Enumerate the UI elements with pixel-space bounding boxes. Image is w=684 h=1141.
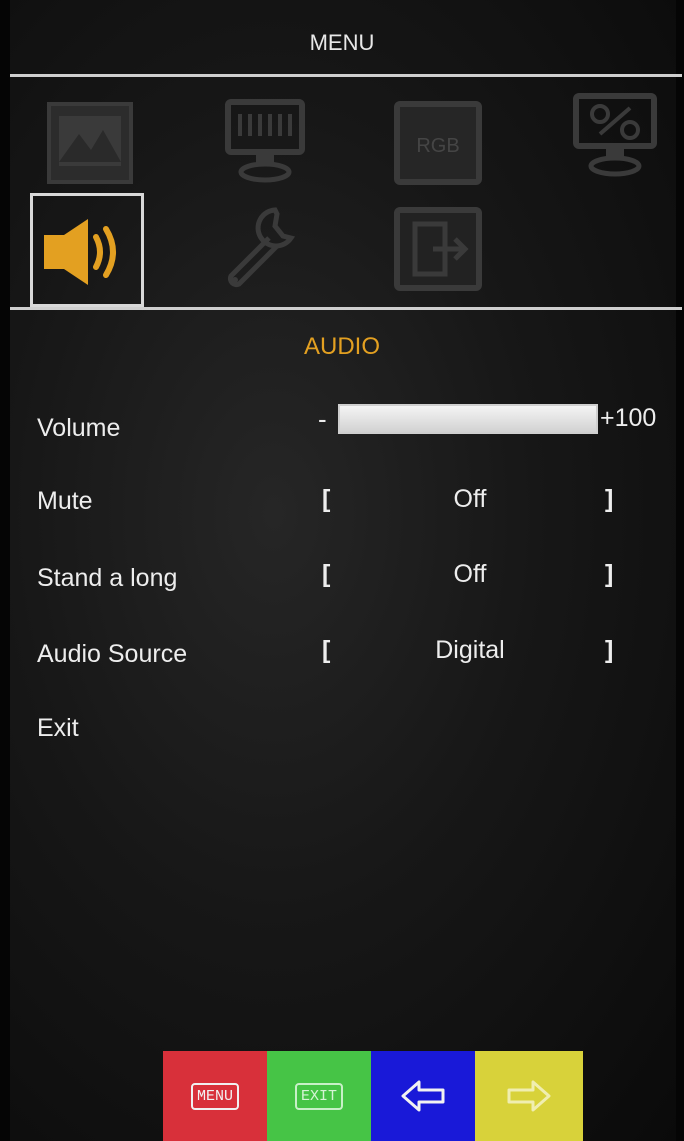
exit-item[interactable]: Exit [37, 714, 79, 743]
audio-source-bracket-open: [ [322, 636, 331, 664]
stand-a-long-bracket-close: ] [605, 560, 614, 588]
section-title: AUDIO [303, 333, 380, 360]
menu-title: MENU [309, 30, 375, 55]
audio-source-bracket-close: ] [605, 636, 614, 664]
arrow-right-icon [507, 1080, 551, 1112]
svg-text:RGB: RGB [416, 135, 459, 157]
left-button[interactable] [371, 1051, 475, 1141]
bezel-right [676, 0, 684, 1141]
stand-a-long-bracket-open: [ [322, 560, 331, 588]
divider-top [10, 74, 682, 77]
mute-bracket-open: [ [322, 485, 331, 513]
audio-source-value[interactable]: Digital [380, 636, 560, 665]
mute-value[interactable]: Off [380, 485, 560, 514]
divider-middle [10, 307, 682, 310]
display-settings-icon[interactable] [570, 92, 660, 182]
arrow-left-icon [401, 1080, 445, 1112]
rgb-icon[interactable]: RGB [393, 100, 483, 190]
menu-button[interactable]: MENU [163, 1051, 267, 1141]
stand-a-long-label[interactable]: Stand a long [37, 564, 177, 593]
right-button[interactable] [475, 1051, 583, 1141]
volume-slider-fill [340, 406, 596, 432]
picture-icon[interactable] [45, 100, 135, 190]
menu-button-label: MENU [190, 1082, 239, 1110]
exit-button-label: EXIT [294, 1082, 343, 1110]
volume-min-label: - [318, 404, 327, 434]
mute-bracket-close: ] [605, 485, 614, 513]
mute-label[interactable]: Mute [37, 487, 93, 516]
button-bar: MENU EXIT [163, 1051, 583, 1141]
exit-input-icon[interactable] [393, 206, 483, 296]
volume-slider[interactable] [338, 404, 598, 434]
volume-label: Volume [37, 414, 121, 442]
volume-value: +100 [600, 404, 657, 432]
display-icon[interactable] [220, 96, 310, 186]
bezel-left [0, 0, 10, 1141]
stand-a-long-value[interactable]: Off [380, 560, 560, 589]
audio-source-label[interactable]: Audio Source [37, 640, 187, 669]
wrench-icon[interactable] [215, 202, 305, 292]
exit-button[interactable]: EXIT [267, 1051, 371, 1141]
audio-icon[interactable] [40, 205, 130, 295]
